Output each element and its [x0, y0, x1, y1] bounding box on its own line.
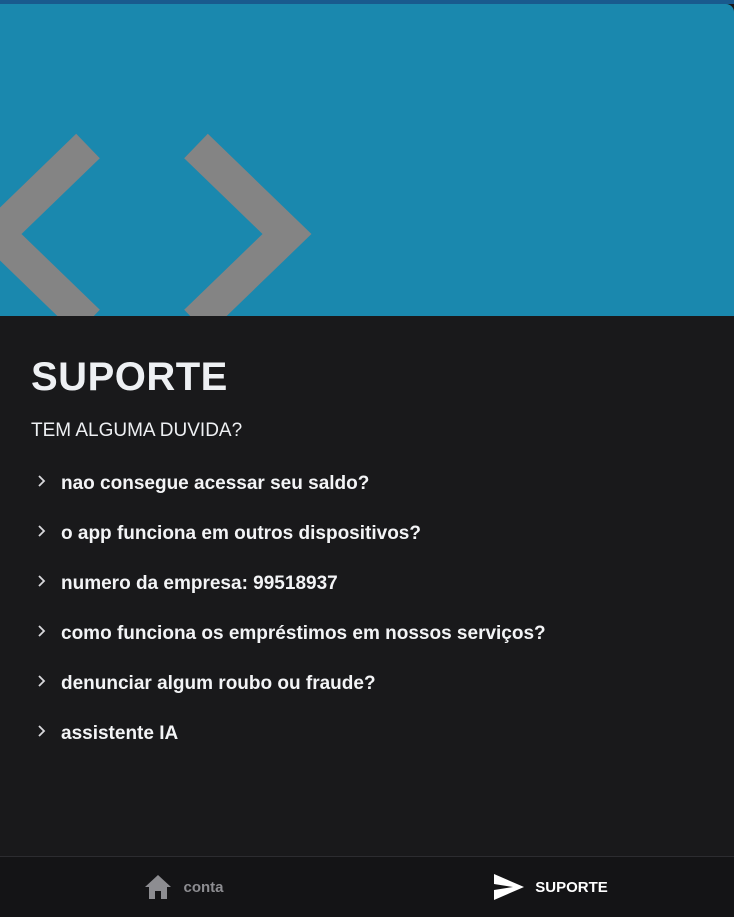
faq-item-dispositivos[interactable]: o app funciona em outros dispositivos? [31, 509, 711, 559]
chevron-right-icon [31, 624, 61, 644]
nav-label-suporte: SUPORTE [535, 878, 608, 896]
chevron-right-icon [31, 524, 61, 544]
chevron-right-icon [31, 574, 61, 594]
faq-label: como funciona os empréstimos em nossos s… [61, 623, 546, 644]
nav-item-suporte[interactable]: SUPORTE [367, 857, 734, 917]
nav-label-conta: conta [183, 878, 224, 896]
page-title: SUPORTE [31, 355, 228, 399]
faq-item-emprestimos[interactable]: como funciona os empréstimos em nossos s… [31, 609, 711, 659]
chevron-right-icon [31, 674, 61, 694]
nav-item-conta[interactable]: conta [0, 857, 367, 917]
send-icon [493, 873, 525, 901]
app-root: SUPORTE TEM ALGUMA DUVIDA? nao consegue … [0, 0, 734, 917]
chevron-right-icon [31, 474, 61, 494]
faq-item-numero[interactable]: numero da empresa: 99518937 [31, 559, 711, 609]
chevron-right-icon [31, 724, 61, 744]
bottom-nav: conta SUPORTE [0, 856, 734, 917]
faq-label: denunciar algum roubo ou fraude? [61, 673, 376, 694]
hero-banner [0, 4, 734, 316]
support-section: SUPORTE TEM ALGUMA DUVIDA? nao consegue … [31, 352, 711, 759]
faq-list: nao consegue acessar seu saldo? o app fu… [31, 459, 711, 759]
faq-item-assistente[interactable]: assistente IA [31, 709, 711, 759]
faq-label: nao consegue acessar seu saldo? [61, 473, 370, 494]
faq-label: o app funciona em outros dispositivos? [61, 523, 421, 544]
home-icon [143, 873, 173, 901]
code-brackets-icon [0, 133, 312, 316]
faq-item-fraude[interactable]: denunciar algum roubo ou fraude? [31, 659, 711, 709]
faq-label: assistente IA [61, 723, 179, 744]
faq-label: numero da empresa: 99518937 [61, 573, 338, 594]
faq-item-saldo[interactable]: nao consegue acessar seu saldo? [31, 459, 711, 509]
page-subtitle: TEM ALGUMA DUVIDA? [31, 420, 243, 441]
